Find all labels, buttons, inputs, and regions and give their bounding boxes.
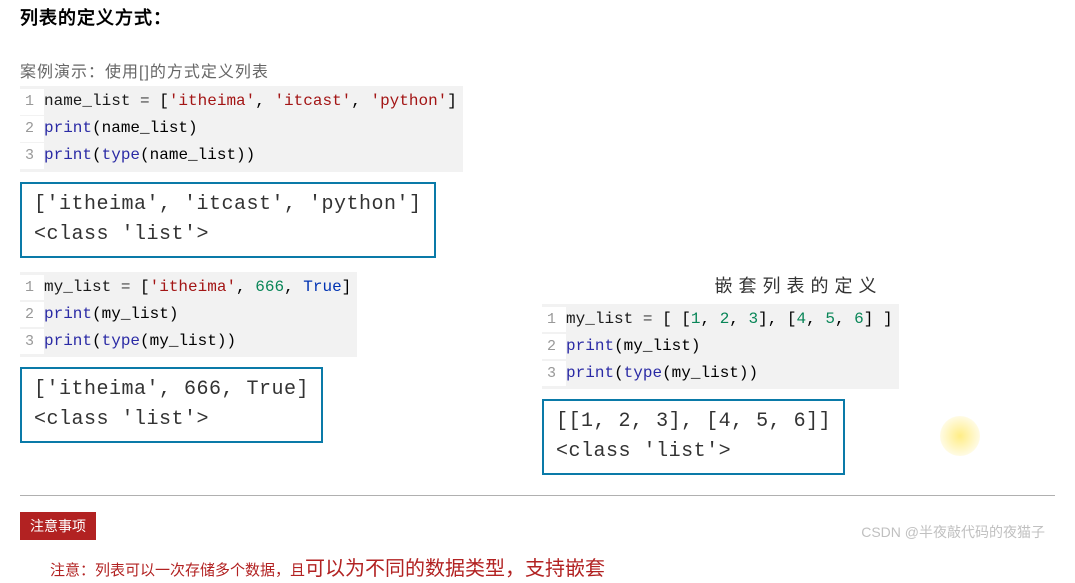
line-number: 2 bbox=[20, 302, 44, 328]
code-line: 1name_list = ['itheima', 'itcast', 'pyth… bbox=[20, 88, 457, 115]
notice-prefix: 注意：列表可以一次存储多个数据，且 bbox=[50, 562, 305, 579]
code-text: print(type(my_list)) bbox=[566, 360, 758, 387]
notice-tag: 注意事项 bbox=[20, 512, 96, 540]
code-text: print(name_list) bbox=[44, 115, 198, 142]
section3-output: [[1, 2, 3], [4, 5, 6]] <class 'list'> bbox=[542, 399, 845, 475]
section1-output: ['itheima', 'itcast', 'python'] <class '… bbox=[20, 182, 436, 258]
section3-code: 1my_list = [ [1, 2, 3], [4, 5, 6] ]2prin… bbox=[542, 304, 899, 390]
code-text: name_list = ['itheima', 'itcast', 'pytho… bbox=[44, 88, 457, 115]
watermark-text: CSDN @半夜敲代码的夜猫子 bbox=[861, 522, 1045, 542]
line-number: 3 bbox=[542, 361, 566, 387]
line-number: 2 bbox=[20, 116, 44, 142]
code-text: print(type(my_list)) bbox=[44, 328, 236, 355]
code-text: my_list = ['itheima', 666, True] bbox=[44, 274, 351, 301]
code-text: print(my_list) bbox=[44, 301, 178, 328]
page-title: 列表的定义方式： bbox=[20, 4, 1055, 30]
section3-heading: 嵌套列表的定义 bbox=[542, 272, 1055, 298]
line-number: 1 bbox=[20, 89, 44, 115]
line-number: 3 bbox=[20, 329, 44, 355]
notice-text: 注意：列表可以一次存储多个数据，且可以为不同的数据类型，支持嵌套 bbox=[20, 552, 1055, 581]
section1-label: 案例演示：使用[]的方式定义列表 bbox=[20, 58, 540, 82]
code-line: 3print(type(my_list)) bbox=[20, 328, 351, 355]
code-line: 2print(my_list) bbox=[20, 301, 351, 328]
notice-emphasis: 可以为不同的数据类型，支持嵌套 bbox=[305, 558, 605, 580]
code-line: 2print(name_list) bbox=[20, 115, 457, 142]
section2-code: 1my_list = ['itheima', 666, True]2print(… bbox=[20, 272, 357, 358]
code-line: 1my_list = ['itheima', 666, True] bbox=[20, 274, 351, 301]
code-text: print(type(name_list)) bbox=[44, 142, 255, 169]
line-number: 3 bbox=[20, 143, 44, 169]
divider-line bbox=[20, 495, 1055, 496]
code-text: print(my_list) bbox=[566, 333, 700, 360]
line-number: 1 bbox=[20, 275, 44, 301]
code-line: 3print(type(name_list)) bbox=[20, 142, 457, 169]
code-text: my_list = [ [1, 2, 3], [4, 5, 6] ] bbox=[566, 306, 893, 333]
section1-code: 1name_list = ['itheima', 'itcast', 'pyth… bbox=[20, 86, 463, 172]
line-number: 2 bbox=[542, 334, 566, 360]
section2-output: ['itheima', 666, True] <class 'list'> bbox=[20, 367, 323, 443]
code-line: 2print(my_list) bbox=[542, 333, 893, 360]
line-number: 1 bbox=[542, 307, 566, 333]
code-line: 3print(type(my_list)) bbox=[542, 360, 893, 387]
code-line: 1my_list = [ [1, 2, 3], [4, 5, 6] ] bbox=[542, 306, 893, 333]
